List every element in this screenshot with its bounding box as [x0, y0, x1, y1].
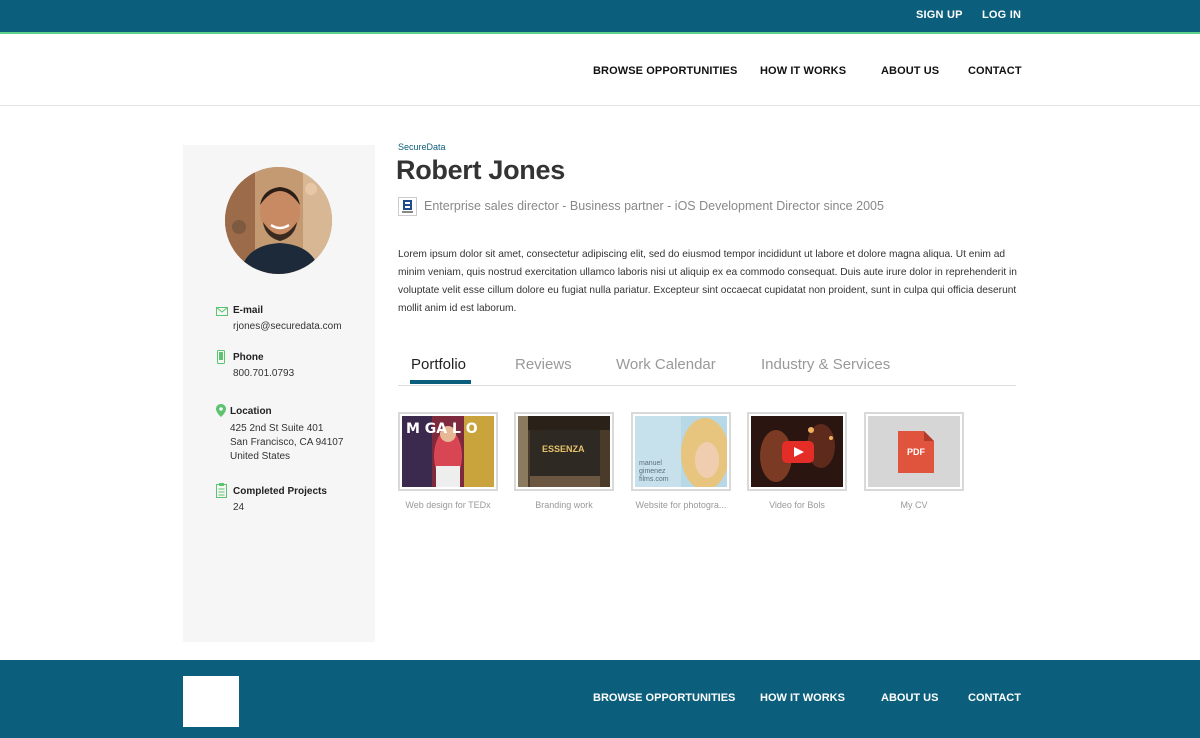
portfolio-item-video-bols[interactable] [747, 412, 847, 491]
profile-subtitle: Enterprise sales director - Business par… [424, 199, 884, 213]
portfolio-item-branding[interactable]: ESSENZA [514, 412, 614, 491]
address-line-2: San Francisco, CA 94107 [230, 437, 344, 448]
portfolio-caption-video-bols: Video for Bols [769, 500, 825, 510]
tedx-thumb-text: M GA L O [406, 421, 478, 437]
completed-projects-label: Completed Projects [233, 486, 327, 497]
company-logo [398, 197, 417, 216]
profile-tabs: Portfolio Reviews Work Calendar Industry… [398, 350, 1016, 386]
photography-thumb-text: manuel gimenez films.com [639, 460, 669, 483]
portfolio-item-photography[interactable]: manuel gimenez films.com [631, 412, 731, 491]
footer-browse-opportunities[interactable]: BROWSE OPPORTUNITIES [593, 692, 735, 704]
location-label: Location [230, 406, 272, 417]
profile-name: Robert Jones [396, 155, 565, 185]
nav-about-us[interactable]: ABOUT US [881, 65, 939, 77]
nav-contact[interactable]: CONTACT [968, 65, 1022, 77]
tab-work-calendar[interactable]: Work Calendar [616, 356, 716, 373]
tab-reviews[interactable]: Reviews [515, 356, 572, 373]
nav-how-it-works[interactable]: HOW IT WORKS [760, 65, 846, 77]
sign-up-link[interactable]: SIGN UP [916, 9, 963, 21]
branding-thumb-text: ESSENZA [542, 444, 585, 454]
tab-industry-services[interactable]: Industry & Services [761, 356, 890, 373]
avatar [225, 167, 332, 274]
address-line-3: United States [230, 451, 291, 462]
profile-sidebar: E-mail rjones@securedata.com Phone 800.7… [183, 145, 375, 642]
profile-bio: Lorem ipsum dolor sit amet, consectetur … [398, 249, 1017, 314]
pdf-icon-label: PDF [907, 447, 925, 457]
portfolio-caption-tedx: Web design for TEDx [405, 500, 491, 510]
company-name[interactable]: SecureData [398, 142, 446, 152]
location-pin-icon [216, 404, 226, 417]
active-tab-indicator [410, 380, 471, 384]
address-line-1: 425 2nd St Suite 401 [230, 423, 324, 434]
portfolio-caption-photography: Website for photogra... [635, 500, 727, 510]
completed-projects-value: 24 [233, 502, 245, 513]
footer-about-us[interactable]: ABOUT US [881, 692, 938, 704]
portfolio-caption-branding: Branding work [535, 500, 593, 510]
portfolio-item-cv[interactable]: PDF [864, 412, 964, 491]
top-bar: SIGN UP LOG IN [0, 0, 1200, 32]
log-in-link[interactable]: LOG IN [982, 9, 1021, 21]
phone-label: Phone [233, 352, 264, 363]
nav-browse-opportunities[interactable]: BROWSE OPPORTUNITIES [593, 65, 737, 77]
footer-contact[interactable]: CONTACT [968, 692, 1021, 704]
footer: BROWSE OPPORTUNITIES HOW IT WORKS ABOUT … [0, 660, 1200, 738]
play-icon[interactable] [782, 441, 814, 463]
phone-value[interactable]: 800.701.0793 [233, 367, 294, 382]
main-nav: BROWSE OPPORTUNITIES HOW IT WORKS ABOUT … [0, 34, 1200, 106]
portfolio-item-tedx[interactable]: M GA L O [398, 412, 498, 491]
phone-icon [217, 350, 225, 364]
portfolio-caption-cv: My CV [900, 500, 928, 510]
footer-logo[interactable] [183, 676, 239, 727]
clipboard-icon [216, 483, 227, 498]
tab-portfolio[interactable]: Portfolio [411, 356, 466, 373]
email-label: E-mail [233, 305, 264, 316]
footer-how-it-works[interactable]: HOW IT WORKS [760, 692, 845, 704]
mail-icon [216, 307, 228, 316]
email-value[interactable]: rjones@securedata.com [233, 320, 342, 335]
